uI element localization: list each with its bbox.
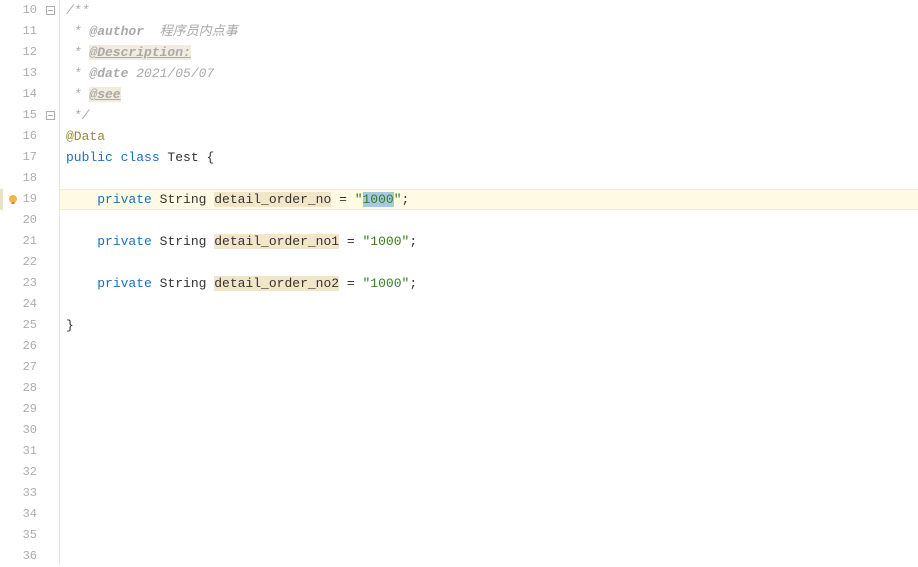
gutter-line[interactable]: 17 [0, 147, 59, 168]
gutter-line[interactable]: 33 [0, 483, 59, 504]
gutter-line[interactable]: 16 [0, 126, 59, 147]
gutter-line[interactable]: 15 [0, 105, 59, 126]
code-line[interactable] [60, 378, 918, 399]
gutter-line[interactable]: 23 [0, 273, 59, 294]
gutter-line[interactable]: 36 [0, 546, 59, 567]
code-line[interactable] [60, 336, 918, 357]
doc-tag-description: @Description: [89, 45, 190, 60]
lightbulb-icon[interactable] [6, 193, 20, 207]
gutter-line[interactable]: 14 [0, 84, 59, 105]
code-line[interactable]: private String detail_order_no2 = "1000"… [60, 273, 918, 294]
class-name: Test [167, 150, 206, 165]
gutter-line[interactable]: 29 [0, 399, 59, 420]
code-line[interactable] [60, 483, 918, 504]
doc-comment-close: */ [66, 108, 89, 123]
gutter-line[interactable]: 30 [0, 420, 59, 441]
code-line[interactable] [60, 525, 918, 546]
gutter-line[interactable]: 19 [0, 189, 59, 210]
code-line[interactable] [60, 294, 918, 315]
code-line[interactable]: /** [60, 0, 918, 21]
code-line[interactable] [60, 441, 918, 462]
field-detail-order-no1: detail_order_no1 [214, 234, 339, 249]
gutter-line[interactable]: 26 [0, 336, 59, 357]
gutter-line[interactable]: 35 [0, 525, 59, 546]
code-line[interactable]: * @author 程序员内点事 [60, 21, 918, 42]
code-line[interactable] [60, 462, 918, 483]
code-line[interactable] [60, 504, 918, 525]
gutter-line[interactable]: 31 [0, 441, 59, 462]
gutter-line[interactable]: 32 [0, 462, 59, 483]
field-detail-order-no: detail_order_no [214, 192, 331, 207]
code-line[interactable] [60, 210, 918, 231]
code-line[interactable] [60, 546, 918, 567]
gutter-line[interactable]: 13 [0, 63, 59, 84]
code-line[interactable]: public class Test { [60, 147, 918, 168]
code-line[interactable] [60, 420, 918, 441]
gutter-line[interactable]: 25 [0, 315, 59, 336]
code-line[interactable]: @Data [60, 126, 918, 147]
doc-tag-see: @see [89, 87, 120, 102]
code-line[interactable]: */ [60, 105, 918, 126]
code-line[interactable]: } [60, 315, 918, 336]
gutter-line[interactable]: 22 [0, 252, 59, 273]
code-line[interactable]: * @see [60, 84, 918, 105]
fold-minus-icon[interactable] [45, 6, 55, 16]
gutter-line[interactable]: 11 [0, 21, 59, 42]
code-line[interactable] [60, 399, 918, 420]
doc-tag-date: @date [89, 66, 128, 81]
gutter-line[interactable]: 20 [0, 210, 59, 231]
code-area[interactable]: /** * @author 程序员内点事 * @Description: * @… [60, 0, 918, 566]
annotation-data: @Data [66, 129, 105, 144]
code-line-caret[interactable]: private String detail_order_no = "1000"; [60, 189, 918, 210]
change-marker [0, 189, 3, 210]
code-line[interactable] [60, 357, 918, 378]
selected-text: 1000 [363, 192, 394, 207]
code-line[interactable] [60, 168, 918, 189]
editor-gutter: 10 11 12 13 14 15 16 17 18 19 20 21 22 2… [0, 0, 60, 566]
gutter-line[interactable]: 34 [0, 504, 59, 525]
gutter-line[interactable]: 21 [0, 231, 59, 252]
doc-comment-open: /** [66, 3, 89, 18]
code-line[interactable]: private String detail_order_no1 = "1000"… [60, 231, 918, 252]
doc-tag-author: @author [89, 24, 144, 39]
code-line[interactable]: * @Description: [60, 42, 918, 63]
fold-minus-icon[interactable] [45, 111, 55, 121]
code-editor: 10 11 12 13 14 15 16 17 18 19 20 21 22 2… [0, 0, 918, 566]
field-detail-order-no2: detail_order_no2 [214, 276, 339, 291]
code-line[interactable] [60, 252, 918, 273]
gutter-line[interactable]: 12 [0, 42, 59, 63]
gutter-line[interactable]: 10 [0, 0, 59, 21]
code-line[interactable]: * @date 2021/05/07 [60, 63, 918, 84]
gutter-line[interactable]: 24 [0, 294, 59, 315]
gutter-line[interactable]: 28 [0, 378, 59, 399]
gutter-line[interactable]: 27 [0, 357, 59, 378]
gutter-line[interactable]: 18 [0, 168, 59, 189]
